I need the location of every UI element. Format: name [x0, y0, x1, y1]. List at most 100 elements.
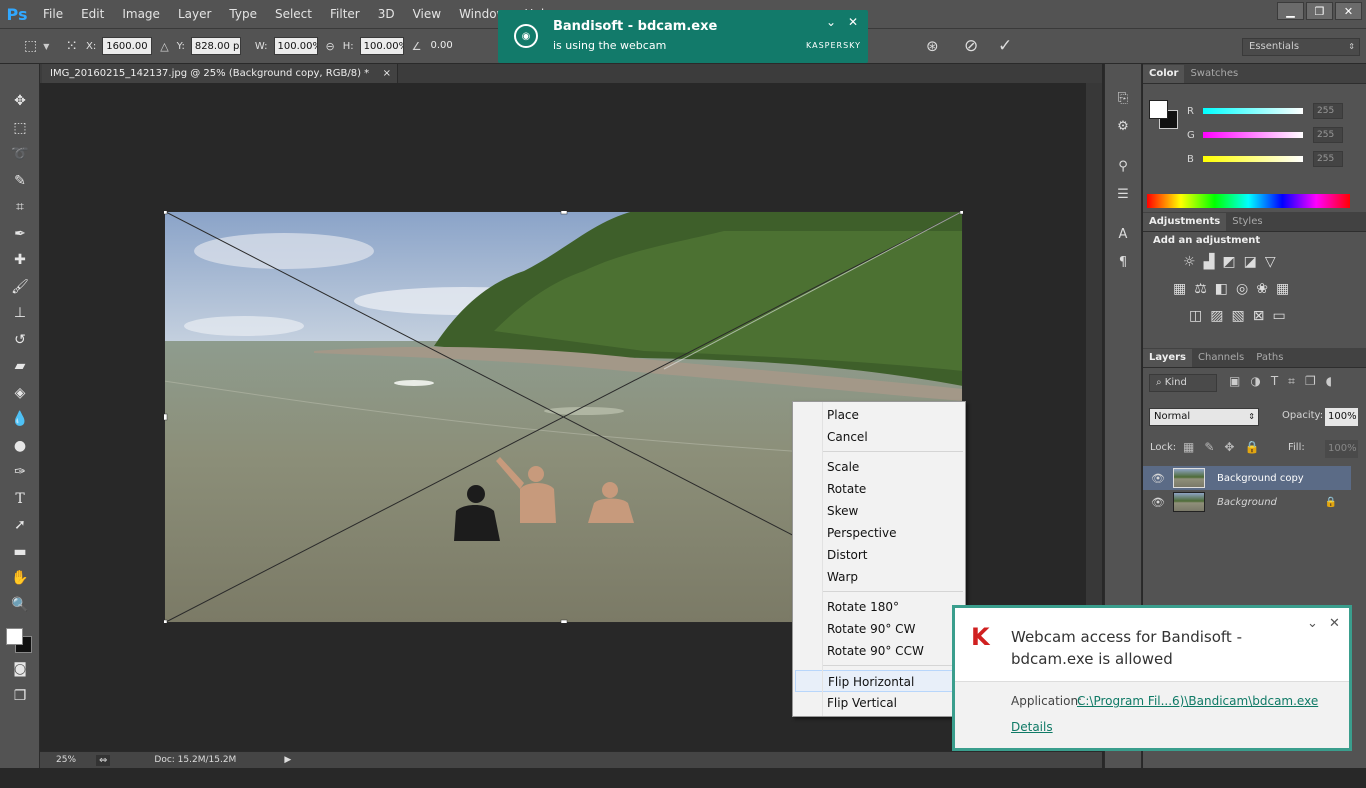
photo-filter-icon[interactable]: ◎	[1236, 281, 1248, 297]
hue-saturation-icon[interactable]: ▦	[1173, 281, 1186, 297]
menu-3d[interactable]: 3D	[369, 0, 404, 28]
y-field[interactable]: 828.00 px	[190, 37, 241, 55]
move-tool-icon[interactable]: ✥	[0, 88, 40, 115]
tab-swatches[interactable]: Swatches	[1184, 65, 1244, 83]
threshold-icon[interactable]: ▧	[1231, 308, 1244, 324]
zoom-tool-icon[interactable]: 🔍	[0, 592, 40, 619]
details-link[interactable]: Details	[1011, 720, 1053, 734]
eraser-tool-icon[interactable]: ▰	[0, 353, 40, 380]
document-size[interactable]: Doc: 15.2M/15.2M	[154, 755, 236, 765]
quick-select-tool-icon[interactable]: ✎	[0, 168, 40, 195]
menu-edit[interactable]: Edit	[72, 0, 113, 28]
menu-image[interactable]: Image	[113, 0, 169, 28]
webcam-toast[interactable]: ◉ Bandisoft - bdcam.exe is using the web…	[498, 10, 868, 63]
type-tool-icon[interactable]: T	[0, 486, 40, 513]
rectangle-tool-icon[interactable]: ▬	[0, 539, 40, 566]
link-icon[interactable]: ⊖	[326, 40, 335, 53]
hand-tool-icon[interactable]: ✋	[0, 565, 40, 592]
angle-field[interactable]: 0.00	[427, 37, 460, 55]
tab-layers[interactable]: Layers	[1143, 349, 1192, 367]
history-brush-tool-icon[interactable]: ↺	[0, 327, 40, 354]
tab-adjustments[interactable]: Adjustments	[1143, 213, 1227, 231]
close-icon[interactable]: ✕	[1329, 616, 1340, 631]
fill-field[interactable]: 100%	[1325, 440, 1358, 458]
channel-mixer-icon[interactable]: ❀	[1256, 281, 1268, 297]
black-white-icon[interactable]: ◧	[1215, 281, 1228, 297]
lock-transparent-icon[interactable]: ▦	[1183, 440, 1194, 454]
brush-presets-icon[interactable]: ⚲	[1105, 152, 1141, 180]
screen-mode-icon[interactable]: ❐	[0, 683, 40, 710]
eye-icon[interactable]: 👁	[1143, 472, 1173, 485]
minimize-button[interactable]: ▁	[1277, 2, 1304, 20]
blue-slider[interactable]	[1203, 156, 1303, 162]
tab-styles[interactable]: Styles	[1226, 213, 1268, 231]
dropdown-arrow-icon[interactable]: ▼	[43, 42, 49, 51]
paragraph-panel-icon[interactable]: ¶	[1105, 248, 1141, 276]
x-field[interactable]: 1600.00 px	[102, 37, 153, 55]
posterize-icon[interactable]: ▨	[1210, 308, 1223, 324]
application-path-link[interactable]: C:\Program Fil...6)\Bandicam\bdcam.exe	[1077, 694, 1318, 708]
lasso-tool-icon[interactable]: ➰	[0, 141, 40, 168]
close-tab-icon[interactable]: ×	[383, 64, 391, 83]
transform-tool-icon[interactable]: ⬚	[24, 38, 37, 54]
brightness-icon[interactable]: ☼	[1183, 254, 1196, 270]
blend-mode-select[interactable]: Normal ⇕	[1149, 408, 1259, 426]
commit-transform-icon[interactable]: ✓	[998, 36, 1012, 56]
vibrance-icon[interactable]: ▽	[1265, 254, 1276, 270]
red-value-field[interactable]: 255	[1313, 103, 1343, 119]
restore-button[interactable]: ❐	[1306, 2, 1333, 20]
eyedropper-tool-icon[interactable]: ✒	[0, 221, 40, 248]
menu-layer[interactable]: Layer	[169, 0, 220, 28]
width-field[interactable]: 100.00%	[273, 37, 318, 55]
menu-filter[interactable]: Filter	[321, 0, 369, 28]
filter-toggle-icon[interactable]: ◖	[1326, 374, 1332, 389]
red-slider[interactable]	[1203, 108, 1303, 114]
chevron-down-icon[interactable]: ⌄	[1307, 616, 1318, 631]
close-icon[interactable]: ✕	[848, 15, 858, 29]
color-lookup-icon[interactable]: ▦	[1276, 281, 1289, 297]
type-filter-icon[interactable]: T	[1271, 374, 1278, 389]
brush-tool-icon[interactable]: 🖌	[0, 274, 40, 301]
menu-view[interactable]: View	[404, 0, 450, 28]
panel-fg-swatch[interactable]	[1149, 100, 1168, 119]
tab-color[interactable]: Color	[1143, 65, 1185, 83]
properties-panel-icon[interactable]: ⚙	[1105, 112, 1141, 140]
zoom-level[interactable]: 25%	[56, 755, 92, 765]
lock-image-icon[interactable]: ✎	[1204, 440, 1214, 454]
invert-icon[interactable]: ◫	[1189, 308, 1202, 324]
character-panel-icon[interactable]: A	[1105, 220, 1141, 248]
height-field[interactable]: 100.00%	[359, 37, 404, 55]
eye-icon[interactable]: 👁	[1143, 496, 1173, 509]
pen-tool-icon[interactable]: ✑	[0, 459, 40, 486]
path-select-tool-icon[interactable]: ➚	[0, 512, 40, 539]
curves-icon[interactable]: ◩	[1222, 254, 1235, 270]
menu-type[interactable]: Type	[220, 0, 266, 28]
smart-filter-icon[interactable]: ❐	[1305, 374, 1316, 389]
brush-panel-icon[interactable]: ☰	[1105, 180, 1141, 208]
layer-row-background-copy[interactable]: 👁 Background copy	[1143, 466, 1351, 490]
adjustment-filter-icon[interactable]: ◑	[1250, 374, 1260, 389]
opacity-field[interactable]: 100%	[1325, 408, 1358, 426]
paint-bucket-tool-icon[interactable]: ◈	[0, 380, 40, 407]
pixel-filter-icon[interactable]: ▣	[1229, 374, 1240, 389]
warp-mode-icon[interactable]: ⊛	[926, 37, 939, 55]
workspace-switcher[interactable]: Essentials ⇕	[1242, 38, 1360, 56]
levels-icon[interactable]: ▟	[1204, 254, 1215, 270]
document-tab[interactable]: IMG_20160215_142137.jpg @ 25% (Backgroun…	[42, 64, 398, 83]
reference-point-icon[interactable]: ⁙	[65, 37, 78, 55]
lock-position-icon[interactable]: ✥	[1224, 440, 1234, 454]
marquee-tool-icon[interactable]: ⬚	[0, 115, 40, 142]
shape-filter-icon[interactable]: ⌗	[1288, 374, 1295, 389]
blue-value-field[interactable]: 255	[1313, 151, 1343, 167]
selective-color-icon[interactable]: ⊠	[1253, 308, 1265, 324]
tab-paths[interactable]: Paths	[1250, 349, 1289, 367]
layer-name[interactable]: Background copy	[1217, 473, 1304, 484]
status-menu-arrow-icon[interactable]: ▶	[284, 755, 291, 765]
dodge-tool-icon[interactable]: ●	[0, 433, 40, 460]
green-value-field[interactable]: 255	[1313, 127, 1343, 143]
chevron-down-icon[interactable]: ⌄	[826, 15, 836, 29]
layer-row-background[interactable]: 👁 Background 🔒	[1143, 490, 1351, 514]
layer-kind-filter[interactable]: ⌕ Kind	[1149, 374, 1217, 392]
green-slider[interactable]	[1203, 132, 1303, 138]
exposure-icon[interactable]: ◪	[1244, 254, 1257, 270]
